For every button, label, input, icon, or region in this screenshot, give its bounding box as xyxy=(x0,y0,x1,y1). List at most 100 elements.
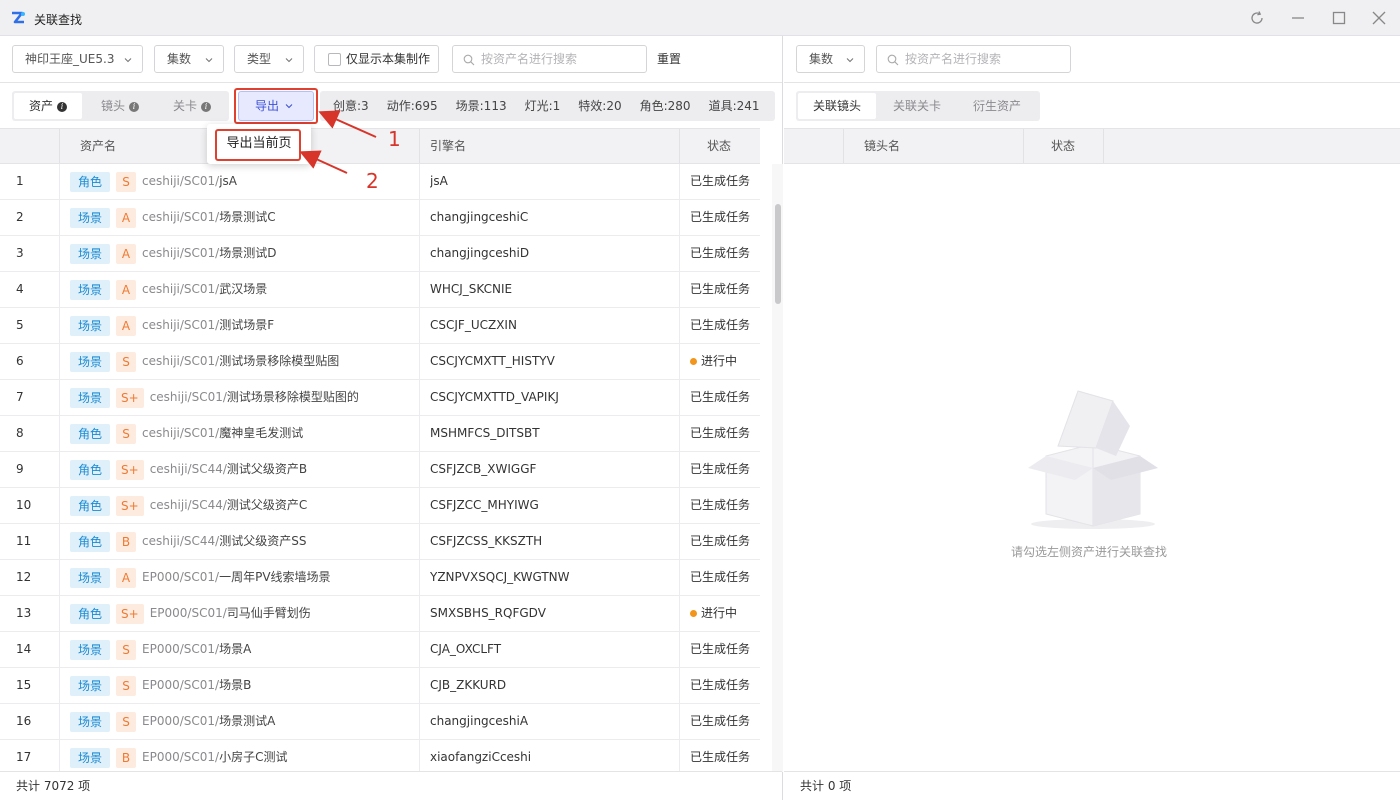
minimize-icon[interactable] xyxy=(1288,8,1308,28)
table-row[interactable]: 3 场景 Aceshiji/SC01/场景测试D changjingceshiD 已生成… xyxy=(0,236,760,272)
table-scrollbar[interactable] xyxy=(772,164,783,772)
table-row[interactable]: 6 场景 Sceshiji/SC01/测试场景移除模型贴图 CSCJYCMXTT_HI… xyxy=(0,344,760,380)
asset-name-cell[interactable]: 场景 B EP000/SC01/小房子C测试 xyxy=(70,740,415,772)
asset-name-cell[interactable]: 角色 Sceshiji/SC01/jsA xyxy=(70,164,415,199)
annotation-number-2: 2 xyxy=(366,169,379,193)
asset-name-cell[interactable]: 场景 Aceshiji/SC01/测试场景F xyxy=(70,308,415,343)
asset-path-prefix: ceshiji/SC01/ xyxy=(142,174,220,188)
asset-name-cell[interactable]: 场景 S+ ceshiji/SC01/测试场景移除模型贴图的 xyxy=(70,380,415,415)
table-row[interactable]: 11 角色 Bceshiji/SC44/测试父级资产SS CSFJZCSS_KKSZT… xyxy=(0,524,760,560)
asset-search-box[interactable] xyxy=(452,45,647,73)
asset-name-cell[interactable]: 场景 Aceshiji/SC01/武汉场景 xyxy=(70,272,415,307)
table-row[interactable]: 14 场景 S EP000/SC01/场景A CJA_OXCLFT 已生成任务 xyxy=(0,632,760,668)
tab-assets[interactable]: 资产 i xyxy=(14,93,82,119)
asset-name-cell[interactable]: 角色 S+ ceshiji/SC44/测试父级资产C xyxy=(70,488,415,523)
close-icon[interactable] xyxy=(1369,8,1389,28)
maximize-icon[interactable] xyxy=(1329,8,1349,28)
only-current-episode-checkbox[interactable] xyxy=(328,53,341,66)
status-cell: 已生成任务 xyxy=(690,380,760,415)
asset-grade-tag: A xyxy=(116,207,137,228)
asset-name-cell[interactable]: 场景 S EP000/SC01/场景A xyxy=(70,632,415,667)
asset-name: 场景测试A xyxy=(219,714,276,728)
table-row[interactable]: 15 场景 S EP000/SC01/场景B CJB_ZKKURD 已生成任务 xyxy=(0,668,760,704)
table-row[interactable]: 13 角色 S+ EP000/SC01/司马仙手臂划伤 SMXSBHS_RQFGDV 进行… xyxy=(0,596,760,632)
tab-related-levels[interactable]: 关联关卡 xyxy=(878,93,956,119)
stat-animation: 动作:695 xyxy=(386,99,438,113)
asset-search-input[interactable] xyxy=(481,50,631,68)
episodes-select[interactable]: 集数 xyxy=(154,45,224,73)
stat-creative: 创意:3 xyxy=(333,99,369,113)
column-divider xyxy=(59,308,60,344)
asset-name-cell[interactable]: 角色 S+ ceshiji/SC44/测试父级资产B xyxy=(70,452,415,487)
right-search-box[interactable] xyxy=(876,45,1071,73)
table-row[interactable]: 17 场景 B EP000/SC01/小房子C测试 xiaofangziCceshi 已生… xyxy=(0,740,760,772)
tab-related-shots[interactable]: 关联镜头 xyxy=(798,93,876,119)
column-divider xyxy=(419,308,420,344)
asset-name: 测试父级资产B xyxy=(226,462,308,476)
right-search-input[interactable] xyxy=(905,50,1055,68)
asset-path-prefix: ceshiji/SC01/ xyxy=(142,426,220,440)
column-divider xyxy=(1023,129,1024,163)
asset-grade-tag: S+ xyxy=(116,387,144,408)
asset-name-cell[interactable]: 角色 S+ EP000/SC01/司马仙手臂划伤 xyxy=(70,596,415,631)
asset-name: 测试父级资产SS xyxy=(219,534,307,548)
type-select[interactable]: 类型 xyxy=(234,45,304,73)
row-index: 3 xyxy=(16,246,24,260)
column-divider xyxy=(679,704,680,740)
only-current-episode-toggle[interactable]: 仅显示本集制作 xyxy=(314,45,439,73)
asset-name-cell[interactable]: 场景 Aceshiji/SC01/场景测试D xyxy=(70,236,415,271)
row-index: 12 xyxy=(16,570,32,584)
table-row[interactable]: 4 场景 Aceshiji/SC01/武汉场景 WHCJ_SKCNIE 已生成任务 xyxy=(0,272,760,308)
status-text: 已生成任务 xyxy=(690,678,751,692)
asset-type-tag: 角色 xyxy=(70,171,111,192)
asset-path-prefix: ceshiji/SC44/ xyxy=(149,462,227,476)
asset-name-cell[interactable]: 场景 Sceshiji/SC01/测试场景移除模型贴图 xyxy=(70,344,415,379)
tab-derived-assets[interactable]: 衍生资产 xyxy=(958,93,1036,119)
column-divider xyxy=(59,236,60,272)
asset-name-cell[interactable]: 场景 Aceshiji/SC01/场景测试C xyxy=(70,200,415,235)
asset-type-tag: 场景 xyxy=(70,675,111,696)
table-row[interactable]: 8 角色 Sceshiji/SC01/魔神皇毛发测试 MSHMFCS_DITSBT 已生… xyxy=(0,416,760,452)
column-engine-name[interactable]: 引擎名 xyxy=(430,129,466,163)
asset-name-cell[interactable]: 角色 Sceshiji/SC01/魔神皇毛发测试 xyxy=(70,416,415,451)
table-row[interactable]: 10 角色 S+ ceshiji/SC44/测试父级资产C CSFJZCC_MHYIWG… xyxy=(0,488,760,524)
column-shot-name[interactable]: 镜头名 xyxy=(864,129,900,163)
column-status[interactable]: 状态 xyxy=(707,129,731,163)
table-row[interactable]: 2 场景 Aceshiji/SC01/场景测试C changjingceshiC 已生成… xyxy=(0,200,760,236)
right-episodes-select[interactable]: 集数 xyxy=(796,45,865,73)
asset-type-stats: 创意:3 动作:695 场景:113 灯光:1 特效:20 角色:280 道具:241 xyxy=(320,91,775,121)
asset-path-prefix: EP000/SC01/ xyxy=(142,750,220,764)
asset-name-cell[interactable]: 场景 A EP000/SC01/一周年PV线索墙场景 xyxy=(70,560,415,595)
row-index: 17 xyxy=(16,750,32,764)
asset-name: 测试场景F xyxy=(219,318,275,332)
status-cell: 已生成任务 xyxy=(690,452,760,487)
table-row[interactable]: 1 角色 Sceshiji/SC01/jsA jsA 已生成任务 xyxy=(0,164,760,200)
asset-name-cell[interactable]: 角色 Bceshiji/SC44/测试父级资产SS xyxy=(70,524,415,559)
status-cell: 已生成任务 xyxy=(690,632,760,667)
table-row[interactable]: 12 场景 A EP000/SC01/一周年PV线索墙场景 YZNPVXSQCJ_KWG… xyxy=(0,560,760,596)
project-select[interactable]: 神印王座_UE5.3 xyxy=(12,45,143,73)
column-divider xyxy=(419,164,420,200)
asset-grade-tag: S xyxy=(116,351,137,372)
column-shot-status[interactable]: 状态 xyxy=(1051,129,1075,163)
asset-name-cell[interactable]: 场景 S EP000/SC01/场景B xyxy=(70,668,415,703)
asset-type-tag: 场景 xyxy=(70,639,111,660)
column-asset-name[interactable]: 资产名 xyxy=(80,129,116,163)
asset-grade-tag: A xyxy=(116,315,137,336)
column-divider xyxy=(679,416,680,452)
tab-levels[interactable]: 关卡 i xyxy=(158,93,226,119)
asset-grade-tag: A xyxy=(116,279,137,300)
refresh-icon[interactable] xyxy=(1247,8,1267,28)
asset-name-cell[interactable]: 场景 S EP000/SC01/场景测试A xyxy=(70,704,415,739)
scrollbar-thumb[interactable] xyxy=(775,204,781,304)
reset-button[interactable]: 重置 xyxy=(657,45,681,73)
asset-name: 一周年PV线索墙场景 xyxy=(219,570,331,584)
table-row[interactable]: 7 场景 S+ ceshiji/SC01/测试场景移除模型贴图的 CSCJYCMXTTD… xyxy=(0,380,760,416)
tab-shots[interactable]: 镜头 i xyxy=(86,93,154,119)
table-row[interactable]: 5 场景 Aceshiji/SC01/测试场景F CSCJF_UCZXIN 已生成任务 xyxy=(0,308,760,344)
engine-name-cell: CSFJZCC_MHYIWG xyxy=(430,498,539,512)
asset-path-prefix: EP000/SC01/ xyxy=(142,714,220,728)
table-row[interactable]: 9 角色 S+ ceshiji/SC44/测试父级资产B CSFJZCB_XWIGGF 已… xyxy=(0,452,760,488)
table-row[interactable]: 16 场景 S EP000/SC01/场景测试A changjingceshiA 已生成任… xyxy=(0,704,760,740)
engine-name-cell: SMXSBHS_RQFGDV xyxy=(430,606,546,620)
